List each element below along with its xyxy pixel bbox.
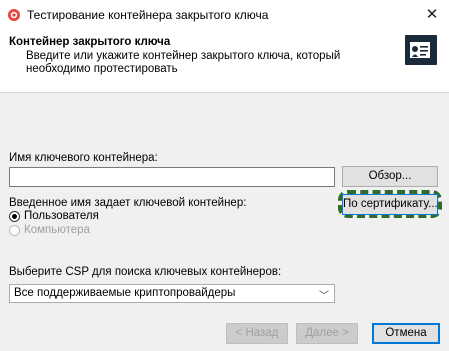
radio-user[interactable]: Пользователя xyxy=(9,210,169,224)
title-bar: Тестирование контейнера закрытого ключа … xyxy=(0,0,449,30)
by-certificate-button[interactable]: По сертификату... xyxy=(342,194,438,215)
window-title: Тестирование контейнера закрытого ключа xyxy=(27,8,269,22)
wizard-window: Тестирование контейнера закрытого ключа … xyxy=(0,0,449,351)
back-button[interactable]: < Назад xyxy=(226,323,288,344)
radio-computer-indicator[interactable] xyxy=(9,225,20,236)
csp-selected-value: Все поддерживаемые криптопровайдеры xyxy=(14,287,236,299)
certificate-app-icon xyxy=(8,9,20,21)
header-description: Введите или укажите контейнер закрытого … xyxy=(26,50,341,75)
certificate-card-icon xyxy=(401,30,441,70)
radio-user-label: Пользователя xyxy=(24,210,99,222)
radio-computer-label: Компьютера xyxy=(24,224,90,236)
browse-button[interactable]: Обзор... xyxy=(342,166,438,187)
container-name-input[interactable] xyxy=(9,167,335,187)
wizard-header: Контейнер закрытого ключа Введите или ук… xyxy=(0,30,449,93)
radio-computer[interactable]: Компьютера xyxy=(9,224,169,238)
next-button[interactable]: Далее > xyxy=(296,323,358,344)
header-title: Контейнер закрытого ключа xyxy=(9,36,171,48)
radio-user-indicator[interactable] xyxy=(9,211,20,222)
container-name-label: Имя ключевого контейнера: xyxy=(9,152,158,164)
key-scope-label: Введенное имя задает ключевой контейнер: xyxy=(9,197,247,209)
cancel-button[interactable]: Отмена xyxy=(372,323,440,344)
csp-select[interactable]: Все поддерживаемые криптопровайдеры ﹀ xyxy=(9,284,335,303)
close-button[interactable]: ✕ xyxy=(421,5,443,25)
chevron-down-icon: ﹀ xyxy=(319,291,329,302)
close-icon: ✕ xyxy=(425,6,439,23)
csp-label: Выберите CSP для поиска ключевых контейн… xyxy=(9,266,282,278)
